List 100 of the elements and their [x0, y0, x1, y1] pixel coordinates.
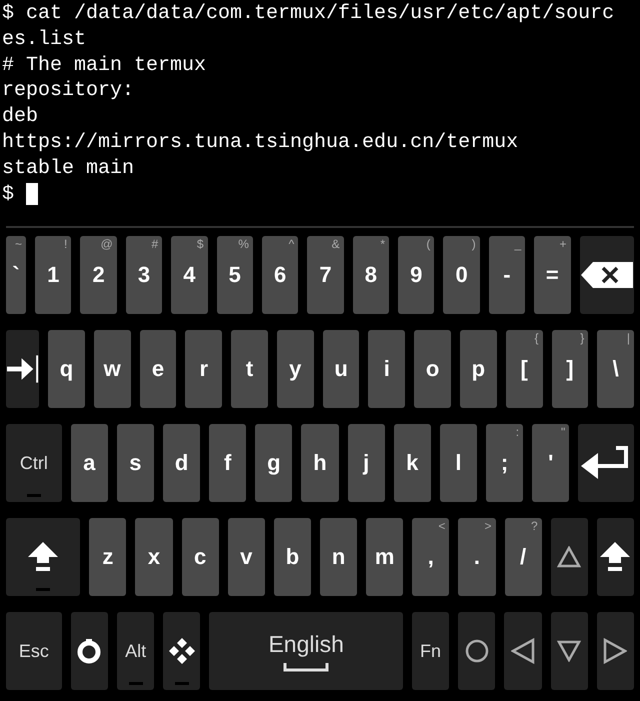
- key-hint: :: [516, 426, 520, 438]
- key[interactable]: ? /: [504, 518, 542, 596]
- back-key[interactable]: [504, 612, 542, 690]
- home-key[interactable]: [458, 612, 496, 690]
- circle-icon: [464, 639, 489, 663]
- key[interactable]: ^ 6: [262, 236, 298, 314]
- key[interactable]: h: [301, 424, 339, 502]
- key[interactable]: ! 1: [35, 236, 72, 314]
- backspace-key[interactable]: [580, 236, 634, 314]
- terminal-line: stable main: [2, 156, 134, 182]
- terminal-line: es.list: [2, 26, 86, 53]
- space-key[interactable]: English: [209, 612, 403, 690]
- gear-icon: [76, 638, 102, 664]
- key[interactable]: s: [116, 424, 154, 502]
- key[interactable]: } ]: [552, 330, 588, 408]
- key[interactable]: o: [414, 330, 451, 408]
- key-hint: !: [64, 238, 68, 250]
- key[interactable]: : ;: [486, 424, 524, 502]
- key[interactable]: " ': [532, 424, 570, 502]
- backspace-icon: [580, 262, 633, 288]
- down-key[interactable]: [550, 612, 588, 690]
- key[interactable]: & 7: [307, 236, 344, 314]
- key[interactable]: e: [140, 330, 176, 408]
- key[interactable]: a: [70, 424, 108, 502]
- triangle-icon: [557, 546, 582, 568]
- key-hint: #: [151, 238, 158, 250]
- key[interactable]: # 3: [126, 236, 162, 314]
- key-hint: ^: [288, 238, 294, 250]
- key-hint: +: [559, 238, 566, 250]
- key[interactable]: * 8: [352, 236, 389, 314]
- key[interactable]: < ,: [412, 518, 450, 596]
- shift-key[interactable]: [6, 518, 80, 596]
- diamond-icon: [168, 637, 196, 665]
- key[interactable]: d: [163, 424, 200, 502]
- key[interactable]: z: [89, 518, 126, 596]
- key[interactable]: { [: [506, 330, 543, 408]
- left-triangle-icon: [510, 638, 535, 664]
- key[interactable]: t: [231, 330, 268, 408]
- enter-key[interactable]: [578, 424, 634, 502]
- key-hint: <: [438, 520, 446, 532]
- key[interactable]: ( 9: [398, 236, 434, 314]
- key[interactable]: % 5: [216, 236, 253, 314]
- key-hint: }: [580, 332, 584, 344]
- modifier-key[interactable]: Ctrl: [6, 424, 62, 502]
- modifier-key[interactable]: Alt: [117, 612, 154, 690]
- key[interactable]: g: [255, 424, 292, 502]
- space-icon: [283, 662, 330, 672]
- tab-key[interactable]: [6, 330, 40, 408]
- terminal-line: $: [2, 182, 16, 208]
- key[interactable]: p: [460, 330, 497, 408]
- key[interactable]: u: [322, 330, 360, 408]
- up-key[interactable]: [550, 518, 588, 596]
- terminal-line: deb: [2, 104, 38, 130]
- key[interactable]: b: [274, 518, 311, 596]
- shift-icon: [27, 541, 60, 573]
- forward-key[interactable]: [596, 612, 634, 690]
- key[interactable]: $ 4: [171, 236, 208, 314]
- shift-icon: [599, 541, 632, 573]
- key[interactable]: q: [48, 330, 85, 408]
- shift-key[interactable]: [596, 518, 634, 596]
- settings-key[interactable]: [70, 612, 108, 690]
- navigation-key[interactable]: [163, 612, 200, 690]
- key[interactable]: l: [440, 424, 477, 502]
- key[interactable]: r: [185, 330, 222, 408]
- key-hint: ): [472, 238, 476, 250]
- key-hint: >: [484, 520, 492, 532]
- terminal-line: $ cat /data/data/com.termux/files/usr/etc/apt/sourc: [2, 1, 614, 27]
- key[interactable]: k: [394, 424, 431, 502]
- terminal-line: https://mirrors.tuna.tsinghua.edu.cn/termux: [2, 130, 518, 156]
- key-hint: ": [561, 426, 566, 438]
- key[interactable]: m: [366, 518, 404, 596]
- key[interactable]: > .: [458, 518, 496, 596]
- key-hint: $: [196, 238, 204, 250]
- key[interactable]: i: [368, 330, 406, 408]
- key[interactable]: _ -: [488, 236, 526, 314]
- key[interactable]: j: [348, 424, 385, 502]
- key[interactable]: c: [182, 518, 219, 596]
- key[interactable]: ~ `: [6, 236, 26, 314]
- key-hint: *: [380, 238, 385, 250]
- key-hint: &: [332, 238, 340, 250]
- key[interactable]: x: [135, 518, 173, 596]
- key-hint: (: [426, 238, 430, 250]
- key[interactable]: @ 2: [80, 236, 117, 314]
- key[interactable]: | \: [597, 330, 634, 408]
- key[interactable]: + =: [534, 236, 570, 314]
- modifier-key[interactable]: Fn: [412, 612, 450, 690]
- key[interactable]: w: [94, 330, 131, 408]
- modifier-key[interactable]: Esc: [6, 612, 62, 690]
- terminal-line: # The main termux: [2, 52, 206, 78]
- key[interactable]: v: [228, 518, 265, 596]
- key[interactable]: y: [276, 330, 314, 408]
- key[interactable]: ) 0: [443, 236, 480, 314]
- key[interactable]: n: [320, 518, 358, 596]
- key-hint: @: [100, 238, 113, 250]
- down-triangle-icon: [557, 640, 582, 662]
- key[interactable]: f: [209, 424, 246, 502]
- key-hint: ~: [14, 238, 22, 250]
- right-triangle-icon: [603, 638, 628, 664]
- key-hint: _: [514, 238, 522, 250]
- key-hint: ?: [531, 520, 538, 532]
